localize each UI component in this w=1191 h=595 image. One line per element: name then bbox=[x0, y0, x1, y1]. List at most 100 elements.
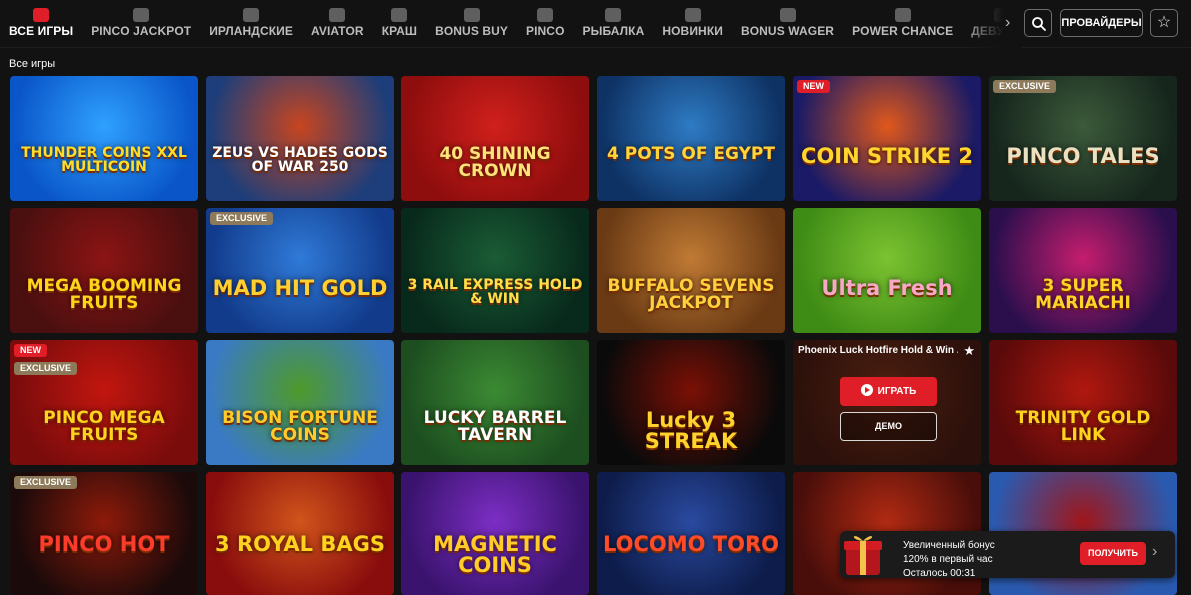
category-label: BONUS BUY bbox=[435, 24, 508, 38]
game-thumbnail bbox=[401, 208, 589, 333]
game-tile[interactable]: BISON FORTUNE COINS bbox=[206, 340, 394, 465]
game-thumbnail bbox=[989, 208, 1177, 333]
game-tile[interactable]: LOCOMO TORO bbox=[597, 472, 785, 595]
game-tile[interactable]: PINCO TALES EXCLUSIVE bbox=[989, 76, 1177, 201]
providers-button[interactable]: ПРОВАЙДЕРЫ bbox=[1060, 9, 1143, 37]
game-tile[interactable]: 40 SHINING CROWN bbox=[401, 76, 589, 201]
game-title: PINCO HOT bbox=[38, 532, 170, 556]
rocket-icon bbox=[391, 8, 408, 22]
category-tab[interactable]: BONUS WAGER bbox=[732, 0, 843, 48]
get-bonus-button[interactable]: ПОЛУЧИТЬ bbox=[1080, 542, 1146, 565]
game-thumbnail bbox=[206, 76, 394, 201]
category-tab[interactable]: PINCO bbox=[517, 0, 574, 48]
game-title: THUNDER COINS XXL MULTICOIN bbox=[21, 145, 187, 175]
game-title: PINCO MEGA FRUITS bbox=[43, 408, 165, 445]
category-label: НОВИНКИ bbox=[662, 24, 723, 38]
game-tile[interactable]: THUNDER COINS XXL MULTICOIN bbox=[10, 76, 198, 201]
search-button[interactable] bbox=[1024, 9, 1052, 37]
game-thumbnail bbox=[10, 208, 198, 333]
category-tab[interactable]: РЫБАЛКА bbox=[574, 0, 654, 48]
category-label: КРАШ bbox=[381, 24, 418, 38]
game-tile[interactable]: 3 ROYAL BAGS bbox=[206, 472, 394, 595]
game-title: MEGA BOOMING FRUITS bbox=[26, 276, 182, 313]
game-title: 3 ROYAL BAGS bbox=[215, 532, 385, 556]
gift-icon bbox=[844, 536, 882, 575]
game-title: LUCKY BARREL TAVERN bbox=[423, 408, 567, 445]
game-tile[interactable]: 3 SUPER MARIACHI bbox=[989, 208, 1177, 333]
category-tab[interactable]: PINCO JACKPOT bbox=[82, 0, 200, 48]
category-label: ВСЕ ИГРЫ bbox=[9, 24, 74, 38]
favorites-button[interactable]: ☆ bbox=[1150, 9, 1178, 37]
game-tile[interactable]: 3 RAIL EXPRESS HOLD & WIN bbox=[401, 208, 589, 333]
game-thumbnail bbox=[597, 76, 785, 201]
game-title: BISON FORTUNE COINS bbox=[222, 408, 378, 445]
game-title: ZEUS VS HADES GODS OF WAR 250 bbox=[212, 145, 388, 175]
game-tile[interactable]: MAD HIT GOLD EXCLUSIVE bbox=[206, 208, 394, 333]
clover-icon bbox=[243, 8, 260, 22]
chevron-right-icon[interactable]: › bbox=[1152, 543, 1168, 561]
category-tab[interactable]: AVIATOR bbox=[302, 0, 373, 48]
promo-popup: Увеличенный бонус 120% в первый час Оста… bbox=[840, 531, 1175, 579]
game-title: TRINITY GOLD LINK bbox=[1015, 408, 1151, 445]
game-title: MAD HIT GOLD bbox=[212, 276, 388, 300]
category-tab[interactable]: КРАШ bbox=[373, 0, 426, 48]
new-badge: NEW bbox=[14, 344, 47, 357]
play-icon bbox=[860, 384, 873, 396]
game-tile[interactable]: LUCKY BARREL TAVERN bbox=[401, 340, 589, 465]
game-title: LOCOMO TORO bbox=[602, 532, 779, 556]
game-tile[interactable]: Ultra Fresh bbox=[793, 208, 981, 333]
pinco-icon bbox=[537, 8, 554, 22]
play-button[interactable]: ИГРАТЬ bbox=[840, 377, 937, 406]
game-title: 4 POTS OF EGYPT bbox=[607, 144, 775, 164]
top-bar: ВСЕ ИГРЫ PINCO JACKPOT ИРЛАНДСКИЕ AVIATOR КР… bbox=[0, 0, 1191, 48]
category-tab[interactable]: ИРЛАНДСКИЕ bbox=[200, 0, 302, 48]
category-tab[interactable]: ВСЕ ИГРЫ bbox=[0, 0, 82, 48]
game-thumbnail bbox=[793, 76, 981, 201]
category-label: PINCO bbox=[526, 24, 565, 38]
game-tile[interactable]: MEGA BOOMING FRUITS bbox=[10, 208, 198, 333]
games-grid: THUNDER COINS XXL MULTICOIN ZEUS VS HADES… bbox=[10, 76, 1182, 595]
exclusive-badge: EXCLUSIVE bbox=[210, 212, 274, 225]
game-tile[interactable]: 4 POTS OF EGYPT bbox=[597, 76, 785, 201]
game-thumbnail bbox=[401, 340, 589, 465]
game-tile[interactable]: PINCO MEGA FRUITS NEW EXCLUSIVE bbox=[10, 340, 198, 465]
game-tile[interactable]: COIN STRIKE 2 NEW bbox=[793, 76, 981, 201]
search-icon bbox=[1032, 17, 1046, 31]
game-title: PINCO TALES bbox=[1006, 144, 1160, 168]
category-nav: ВСЕ ИГРЫ PINCO JACKPOT ИРЛАНДСКИЕ AVIATOR КР… bbox=[0, 0, 1022, 48]
game-tile[interactable]: BUFFALO SEVENS JACKPOT bbox=[597, 208, 785, 333]
exclusive-badge: EXCLUSIVE bbox=[14, 476, 78, 489]
game-title: BUFFALO SEVENS JACKPOT bbox=[607, 276, 775, 313]
game-title: MAGNETIC COINS bbox=[433, 532, 557, 577]
game-thumbnail bbox=[206, 340, 394, 465]
game-thumbnail bbox=[597, 208, 785, 333]
game-title: Phoenix Luck Hotfire Hold & Win ... bbox=[798, 345, 958, 356]
category-tab[interactable]: BONUS BUY bbox=[426, 0, 517, 48]
chevron-right-icon[interactable]: › bbox=[1005, 14, 1021, 34]
game-thumbnail bbox=[206, 208, 394, 333]
play-label: ИГРАТЬ bbox=[877, 386, 917, 397]
game-tile[interactable]: ZEUS VS HADES GODS OF WAR 250 bbox=[206, 76, 394, 201]
slot-machine-icon bbox=[133, 8, 150, 22]
category-tab[interactable]: НОВИНКИ bbox=[653, 0, 732, 48]
game-title: 3 SUPER MARIACHI bbox=[1035, 276, 1131, 313]
game-thumbnail bbox=[401, 76, 589, 201]
power-chance-icon bbox=[894, 8, 911, 22]
exclusive-badge: EXCLUSIVE bbox=[993, 80, 1057, 93]
plane-icon bbox=[329, 8, 346, 22]
section-title: Все игры bbox=[9, 58, 56, 70]
game-thumbnail bbox=[793, 208, 981, 333]
game-tile[interactable]: MAGNETIC COINS bbox=[401, 472, 589, 595]
game-tile[interactable]: Lucky 3 STREAK bbox=[597, 340, 785, 465]
category-tab[interactable]: POWER CHANCE bbox=[843, 0, 962, 48]
game-tile[interactable]: TRINITY GOLD LINK bbox=[989, 340, 1177, 465]
star-icon[interactable]: ★ bbox=[963, 343, 975, 359]
category-label: РЫБАЛКА bbox=[582, 24, 645, 38]
category-label: AVIATOR bbox=[310, 24, 364, 38]
category-label: BONUS WAGER bbox=[740, 24, 835, 38]
game-tile[interactable]: Phoenix Luck Hotfire Hold & Win ... ★ ИГРА… bbox=[793, 340, 981, 465]
demo-button[interactable]: ДЕМО bbox=[840, 412, 937, 441]
cart-icon bbox=[463, 8, 480, 22]
game-thumbnail bbox=[989, 340, 1177, 465]
game-tile[interactable]: PINCO HOT EXCLUSIVE bbox=[10, 472, 198, 595]
